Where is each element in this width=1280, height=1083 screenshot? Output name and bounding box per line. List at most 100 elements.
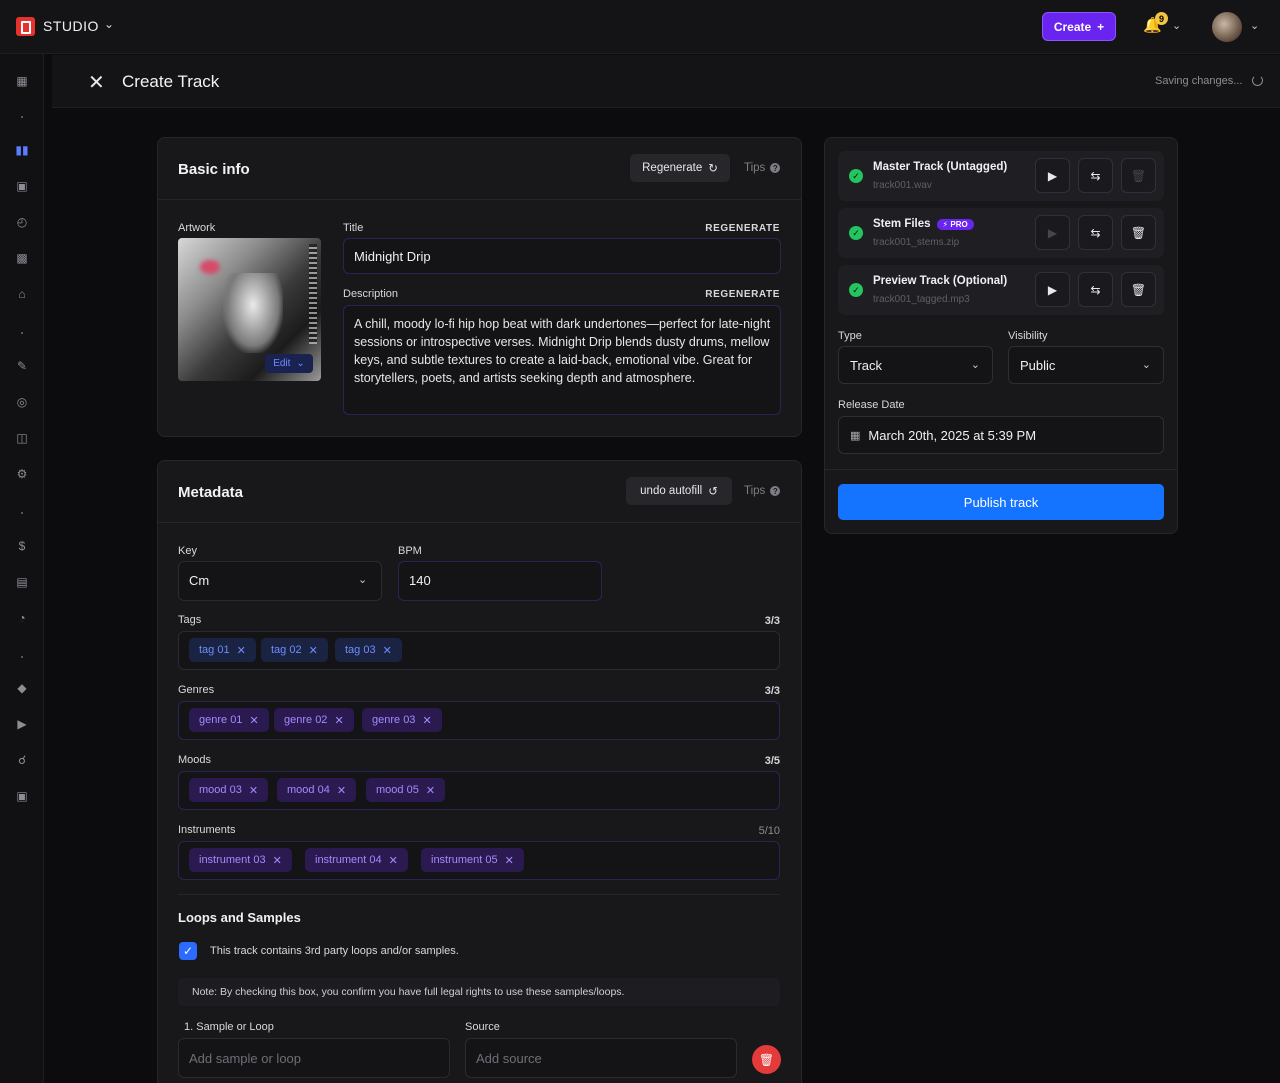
regenerate-button[interactable]: Regenerate ↻ [630,154,730,182]
replace-icon[interactable]: ⇆ [1078,215,1113,250]
chevron-down-icon: ⌄ [296,358,305,369]
headphones-icon[interactable]: ☌ [14,752,30,768]
megaphone-icon[interactable]: ▶ [14,716,30,732]
tag-chip: tag 03 ✕ [335,638,402,662]
tips-button[interactable]: Tips? [744,162,781,174]
mood-chip: mood 05 ✕ [366,778,446,802]
remove-icon[interactable]: ✕ [383,644,392,657]
sidebar-separator-dot [21,512,23,514]
source-input[interactable]: Add source [465,1038,737,1078]
remove-icon[interactable]: ✕ [273,854,282,867]
instruments-label: Instruments [178,824,236,836]
sample-input[interactable]: Add sample or loop [178,1038,450,1078]
ticket-icon[interactable]: ▩ [14,250,30,266]
remove-icon[interactable]: ✕ [505,854,514,867]
studio-logo-icon[interactable] [16,17,35,36]
check-circle-icon: ✓ [849,226,863,240]
notification-badge: 9 [1155,12,1168,25]
stem-files-row: ✓ Stem Files ⚡ PRO track001_stems.zip ▶ ⇆… [838,208,1164,258]
notifications-chevron-down-icon[interactable]: ⌄ [1172,19,1181,32]
divider [178,894,780,895]
pen-icon[interactable]: ✎ [14,358,30,374]
plus-icon: + [1097,19,1105,34]
trash-icon[interactable]: 🗑 [1121,272,1156,307]
calendar-icon: ▦ [850,429,861,442]
pro-badge: ⚡ PRO [936,218,974,230]
artwork-detail [309,244,317,344]
analytics-icon[interactable]: ▤ [14,574,30,590]
play-button[interactable]: ▶ [1035,272,1070,307]
tips-button[interactable]: Tips? [744,485,781,497]
speed-icon[interactable]: ◴ [14,214,30,230]
undo-autofill-button[interactable]: undo autofill ↺ [626,477,732,505]
publish-track-button[interactable]: Publish track [838,484,1164,520]
remove-icon[interactable]: ✕ [237,644,246,657]
divider [158,199,801,200]
remove-icon[interactable]: ✕ [389,854,398,867]
fingerprint-icon[interactable]: ◎ [14,394,30,410]
genre-label: genre 02 [284,714,328,726]
play-button[interactable]: ▶ [1035,158,1070,193]
instrument-label: instrument 04 [315,854,382,866]
check-circle-icon: ✓ [849,283,863,297]
remove-icon[interactable]: ✕ [337,784,346,797]
instruments-count: 5/10 [758,825,780,837]
moods-count: 3/5 [764,755,780,767]
description-regenerate-link[interactable]: REGENERATE [690,289,780,300]
tag-icon[interactable]: ◆ [14,680,30,696]
source-label: Source [465,1021,500,1033]
loops-checkbox[interactable]: ✓ [179,942,197,960]
file-name-label: Preview Track (Optional) [873,275,1008,287]
type-select[interactable]: Track ⌄ [838,346,993,384]
title-regenerate-link[interactable]: REGENERATE [690,223,780,234]
visibility-select[interactable]: Public ⌄ [1008,346,1164,384]
remove-icon[interactable]: ✕ [426,784,435,797]
store-icon[interactable]: ⌂ [14,286,30,302]
sidebar-separator-dot [21,656,23,658]
handshake-icon[interactable]: ⚙ [14,466,30,482]
trash-icon: 🗑 [1121,158,1156,193]
close-icon[interactable]: ✕ [88,70,105,95]
replace-icon[interactable]: ⇆ [1078,272,1113,307]
account-chevron-down-icon[interactable]: ⌄ [1250,19,1259,32]
legal-note: Note: By checking this box, you confirm … [178,978,780,1006]
library-icon[interactable]: ▮▮ [14,142,30,158]
release-date-picker[interactable]: ▦ March 20th, 2025 at 5:39 PM [838,416,1164,454]
mood-label: mood 03 [199,784,242,796]
edit-artwork-button[interactable]: Edit ⌄ [265,354,313,373]
grid-icon[interactable]: ▦ [14,73,30,89]
remove-icon[interactable]: ✕ [249,784,258,797]
sample-label: 1. Sample or Loop [184,1021,274,1033]
edit-image-icon[interactable]: ▣ [14,178,30,194]
dollar-icon[interactable]: $ [14,538,30,554]
release-date-value: March 20th, 2025 at 5:39 PM [868,427,1037,443]
remove-icon[interactable]: ✕ [249,714,258,727]
mood-label: mood 05 [376,784,419,796]
pro-label: PRO [950,219,968,229]
master-track-row: ✓ Master Track (Untagged) track001.wav ▶… [838,151,1164,201]
studio-chevron-down-icon[interactable]: ⌄ [104,17,114,31]
remove-icon[interactable]: ✕ [309,644,318,657]
studio-label[interactable]: STUDIO [43,18,99,34]
key-value: Cm [189,573,210,588]
genre-label: genre 03 [372,714,416,726]
scan-icon[interactable]: ◫ [14,430,30,446]
user-avatar[interactable] [1212,12,1242,42]
file-name: Preview Track (Optional) [873,275,1007,287]
remove-icon[interactable]: ✕ [334,714,343,727]
trash-icon[interactable]: 🗑 [1121,215,1156,250]
page-header [52,55,1280,108]
mood-chip: mood 04 ✕ [277,778,357,802]
expand-icon[interactable]: ▣ [14,788,30,804]
moods-input[interactable] [178,771,780,810]
create-button[interactable]: Create + [1042,12,1116,41]
chevron-down-icon[interactable]: ⌄ [358,573,367,586]
remove-icon[interactable]: ✕ [422,714,431,727]
spinner-icon [1252,75,1263,86]
title-value: Midnight Drip [354,249,431,264]
delete-sample-button[interactable]: 🗑 [752,1045,781,1074]
artwork-detail [200,260,220,274]
replace-icon[interactable]: ⇆ [1078,158,1113,193]
artwork-detail [223,273,283,353]
pie-chart-icon[interactable]: ◔ [14,610,30,626]
